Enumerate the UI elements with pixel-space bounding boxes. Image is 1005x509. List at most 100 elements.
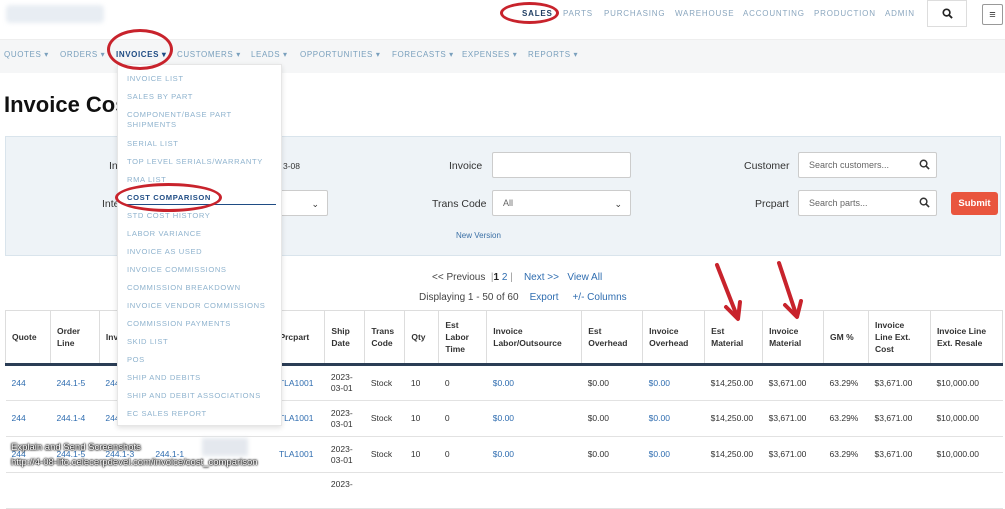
subnav-leads[interactable]: LEADS ▾ [251, 50, 288, 59]
menu-item-invoice-commissions[interactable]: INVOICE COMMISSIONS [127, 265, 227, 275]
topnav-purchasing[interactable]: PURCHASING [604, 9, 665, 18]
invoice-filter-label: Invoice [449, 160, 483, 172]
column-header[interactable]: GM % [823, 310, 869, 366]
order-line-link[interactable]: 244.1-4 [50, 400, 100, 437]
menu-item-labor-variance[interactable]: LABOR VARIANCE [127, 229, 202, 239]
column-header[interactable]: Est Overhead [581, 310, 644, 366]
column-header[interactable]: Invoice Labor/Outsource [486, 310, 583, 366]
annotation-circle-cost-comparison [115, 183, 222, 212]
trans-code: Stock [364, 400, 405, 437]
topnav-parts[interactable]: PARTS [563, 9, 593, 18]
prcpart-filter-label: Prcpart [755, 198, 789, 210]
page-title: Invoice Cos [4, 92, 128, 117]
column-header[interactable]: Invoice Line Ext. Resale [929, 310, 1004, 366]
column-header[interactable]: Quote [5, 310, 51, 366]
topnav-admin[interactable]: ADMIN [885, 9, 915, 18]
annotation-circle-invoices [107, 29, 173, 70]
invoice-overhead-link[interactable]: $0.00 [642, 400, 705, 437]
column-header[interactable]: Est Labor Time [438, 310, 488, 366]
est-labor-time: 0 [438, 436, 487, 473]
ext-resale: $10,000.00 [930, 436, 1003, 473]
prcpart-link[interactable]: TLA1001 [272, 436, 325, 473]
global-search-button[interactable] [927, 0, 967, 27]
trans-code: Stock [364, 364, 405, 401]
subnav-customers[interactable]: CUSTOMERS ▾ [177, 50, 241, 59]
menu-item-serial-list[interactable]: SERIAL LIST [127, 139, 178, 149]
column-header[interactable]: Ship Date [324, 310, 366, 366]
search-icon [919, 159, 930, 170]
menu-item-top-level-serials[interactable]: TOP LEVEL SERIALS/WARRANTY [127, 157, 263, 167]
ext-cost: $3,671.00 [868, 364, 931, 401]
customer-search-input[interactable]: Search customers... [798, 152, 937, 178]
menu-item-invoice-list[interactable]: INVOICE LIST [127, 74, 184, 84]
menu-item-ship-and-debit-associations[interactable]: SHIP AND DEBIT ASSOCIATIONS [127, 391, 261, 401]
menu-item-sales-by-part[interactable]: SALES BY PART [127, 92, 193, 102]
ext-cost: $3,671.00 [868, 400, 931, 437]
date-filter-value[interactable]: 3-08 [283, 161, 300, 171]
subnav-orders[interactable]: ORDERS ▾ [60, 50, 105, 59]
menu-item-ec-sales-report[interactable]: EC SALES REPORT [127, 409, 207, 419]
qty: 10 [404, 364, 439, 401]
qty: 10 [404, 436, 439, 473]
menu-item-commission-payments[interactable]: COMMISSION PAYMENTS [127, 319, 231, 329]
ship-date: 2023-03-01 [324, 364, 365, 401]
column-header[interactable]: Invoice Overhead [642, 310, 706, 366]
menu-item-component-shipments[interactable]: COMPONENT/BASE PART SHIPMENTS [127, 110, 247, 130]
ship-date: 2023- [324, 472, 365, 509]
invoice-labor-link[interactable]: $0.00 [486, 436, 582, 473]
view-all-link[interactable]: View All [567, 272, 602, 283]
next-link[interactable]: Next >> [524, 272, 559, 283]
chevron-down-icon: ⌄ [614, 199, 622, 209]
subnav-opportunities[interactable]: OPPORTUNITIES ▾ [300, 50, 380, 59]
invoice-input[interactable] [492, 152, 631, 178]
invoice-material: $3,671.00 [762, 400, 824, 437]
trans-code-select[interactable]: All ⌄ [492, 190, 631, 216]
ext-resale: $10,000.00 [930, 400, 1003, 437]
menu-item-invoice-as-used[interactable]: INVOICE AS USED [127, 247, 202, 257]
menu-item-skid-list[interactable]: SKID LIST [127, 337, 168, 347]
menu-item-invoice-vendor-commissions[interactable]: INVOICE VENDOR COMMISSIONS [127, 301, 265, 311]
quote-link[interactable]: 244 [5, 400, 51, 437]
menu-item-commission-breakdown[interactable]: COMMISSION BREAKDOWN [127, 283, 241, 293]
previous-link[interactable]: << Previous [432, 272, 485, 283]
est-overhead: $0.00 [581, 364, 643, 401]
invoices-dropdown-menu: INVOICE LIST SALES BY PART COMPONENT/BAS… [117, 64, 282, 426]
column-header[interactable]: Order Line [49, 310, 100, 366]
column-header[interactable]: Qty [404, 310, 440, 366]
new-version-link[interactable]: New Version [456, 231, 501, 240]
subnav-reports[interactable]: REPORTS ▾ [528, 50, 578, 59]
menu-item-std-cost-history[interactable]: STD COST HISTORY [127, 211, 210, 221]
subnav-quotes[interactable]: QUOTES ▾ [4, 50, 49, 59]
quote-link[interactable]: 244 [5, 364, 51, 401]
prcpart-search-input[interactable]: Search parts... [798, 190, 937, 216]
search-icon [919, 197, 930, 208]
trans-code-value: All [503, 198, 514, 208]
prcpart-search-placeholder: Search parts... [809, 198, 868, 208]
company-logo[interactable] [6, 5, 104, 23]
order-line-link[interactable]: 244.1-5 [50, 364, 100, 401]
columns-toggle-link[interactable]: +/- Columns [572, 292, 626, 303]
topnav-warehouse[interactable]: WAREHOUSE [675, 9, 734, 18]
subnav-forecasts[interactable]: FORECASTS ▾ [392, 50, 454, 59]
submit-button[interactable]: Submit [951, 192, 998, 215]
screenshot-tool-url: http://4-08-lifo.celecerpdevel.com/invoi… [11, 457, 258, 468]
menu-item-ship-and-debits[interactable]: SHIP AND DEBITS [127, 373, 201, 383]
export-link[interactable]: Export [530, 292, 559, 303]
invoice-labor-link[interactable]: $0.00 [486, 400, 582, 437]
menu-item-pos[interactable]: POS [127, 355, 145, 365]
topnav-production[interactable]: PRODUCTION [814, 9, 876, 18]
invoice-overhead-link[interactable]: $0.00 [642, 436, 705, 473]
gm-percent: 63.29% [823, 436, 869, 473]
invoice-overhead-link[interactable]: $0.00 [642, 364, 705, 401]
invoice-labor-link[interactable]: $0.00 [486, 364, 582, 401]
trans-code: Stock [364, 436, 405, 473]
topnav-accounting[interactable]: ACCOUNTING [743, 9, 805, 18]
inter-select[interactable]: ⌄ [280, 190, 328, 216]
hamburger-menu-button[interactable]: ≡ [982, 4, 1003, 25]
ship-date: 2023-03-01 [324, 436, 365, 473]
column-header[interactable]: Invoice Line Ext. Cost [868, 310, 931, 366]
trans-code-label: Trans Code [432, 198, 487, 210]
gm-percent: 63.29% [823, 364, 869, 401]
column-header[interactable]: Trans Code [364, 310, 406, 366]
subnav-expenses[interactable]: EXPENSES ▾ [462, 50, 517, 59]
